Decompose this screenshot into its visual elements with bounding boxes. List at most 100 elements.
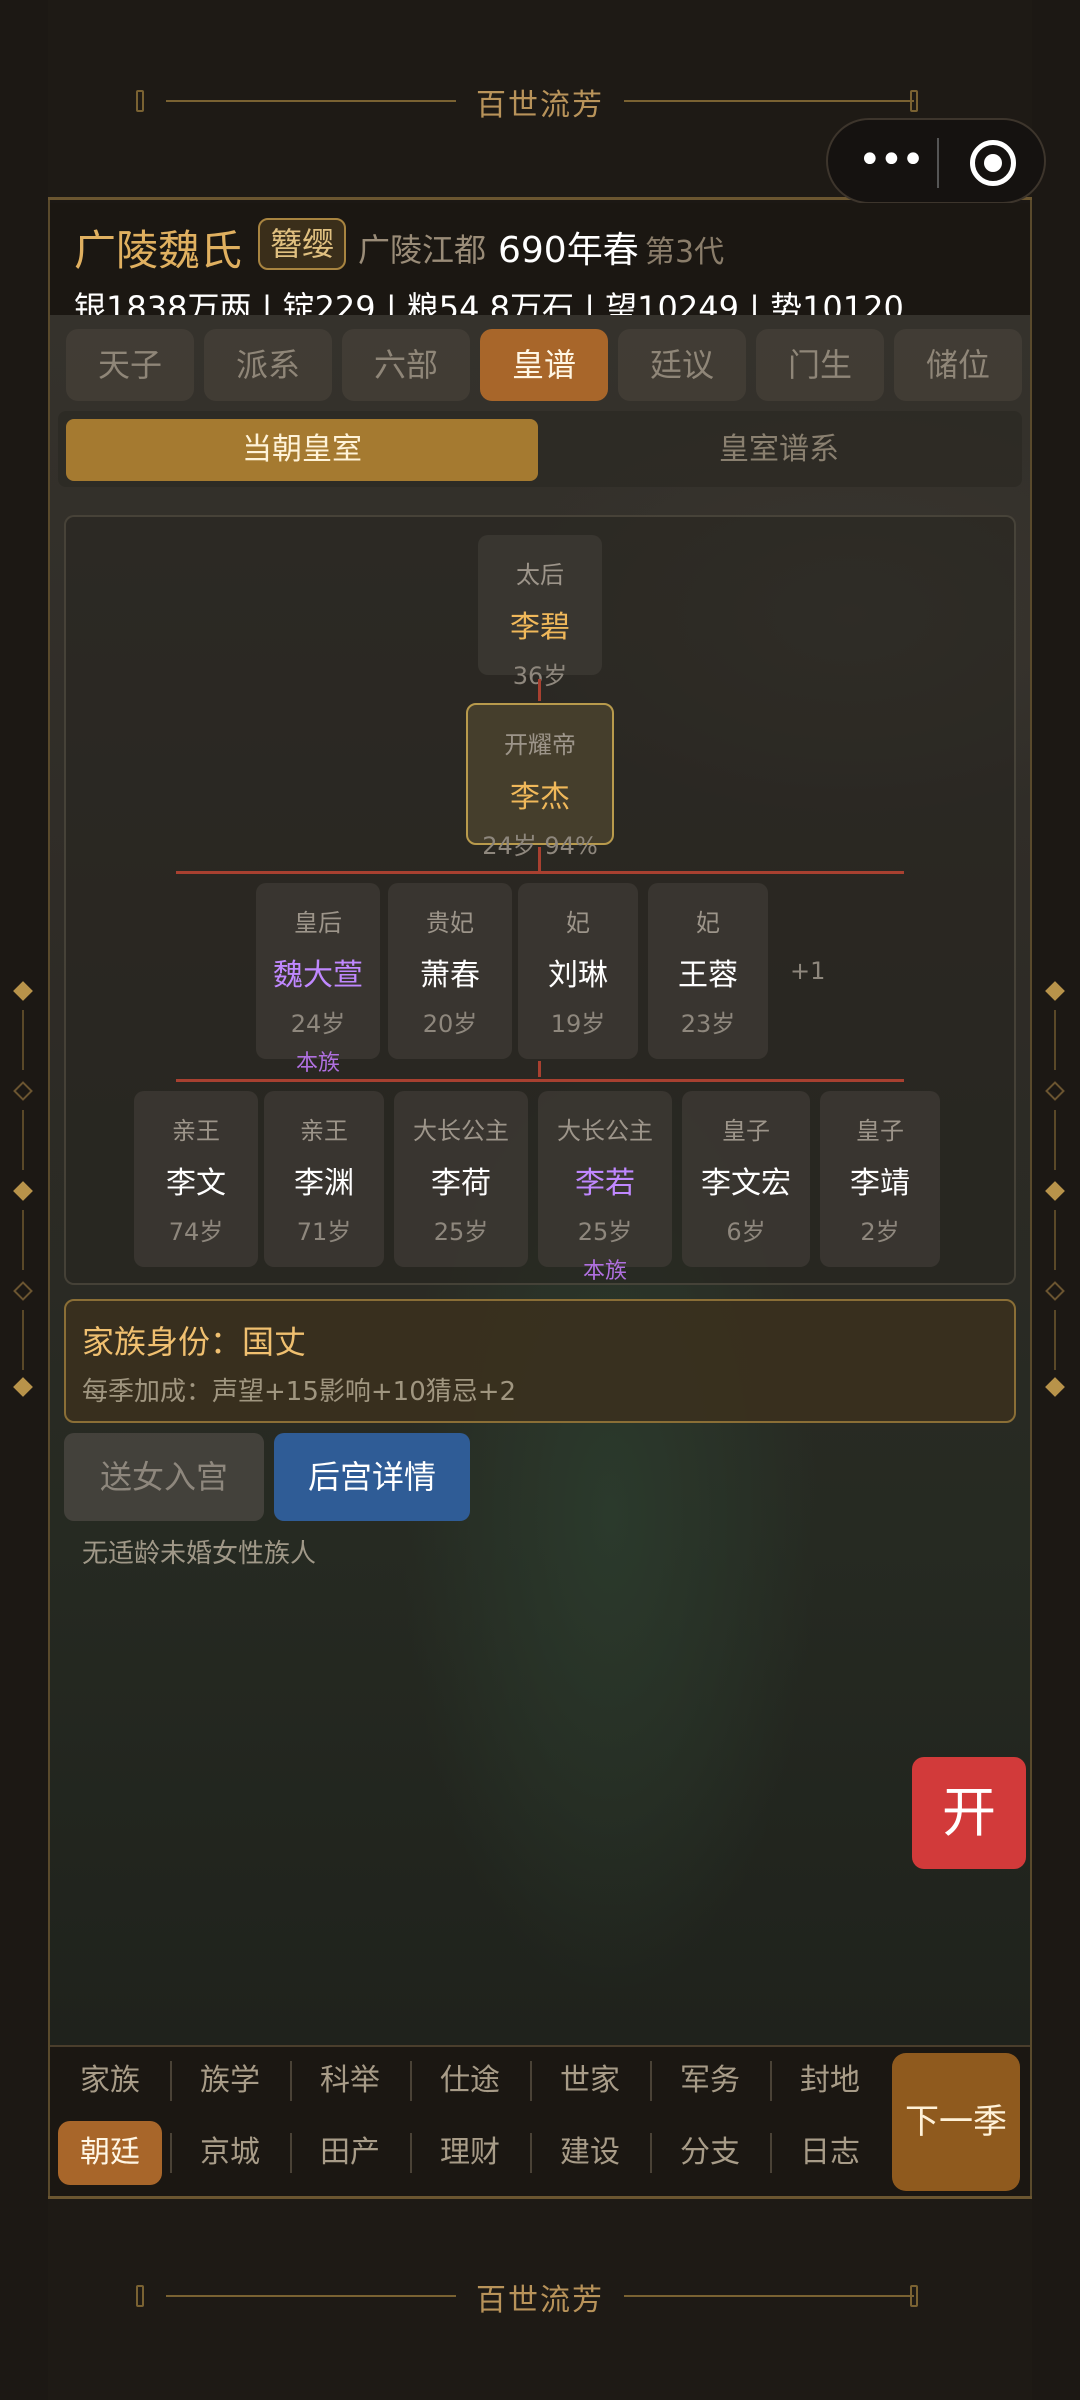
identity-label: 家族身份：国丈 (82, 1323, 307, 1361)
nav-fief[interactable]: 封地 (778, 2049, 882, 2113)
ornament-diamond (1045, 1081, 1065, 1101)
card-title: 妃 (566, 909, 590, 937)
ornament-line (1054, 1310, 1056, 1370)
card-name: 王蓉 (678, 958, 738, 993)
seasonal-bonus: 每季加成：声望+15影响+10猜忌+2 (82, 1377, 517, 1407)
nav-capital[interactable]: 京城 (178, 2121, 282, 2185)
nav-divider (530, 2133, 532, 2173)
tab-six-ministries[interactable]: 六部 (342, 329, 470, 401)
consort-line (176, 871, 904, 874)
consort-card[interactable]: 贵妃 萧春 20岁 (388, 883, 512, 1059)
card-name: 李文 (166, 1166, 226, 1201)
emperor-card[interactable]: 开耀帝 李杰 24岁 94% (466, 703, 614, 860)
nav-clan-school[interactable]: 族学 (178, 2049, 282, 2113)
send-daughter-button[interactable]: 送女入宫 (64, 1433, 264, 1521)
card-age: 23岁 (680, 1010, 736, 1038)
nav-divider (770, 2061, 772, 2101)
nav-divider (290, 2061, 292, 2101)
nav-divider (650, 2061, 652, 2101)
close-target-icon[interactable] (970, 140, 1016, 186)
tab-tianzi[interactable]: 天子 (66, 329, 194, 401)
nav-military[interactable]: 军务 (658, 2049, 762, 2113)
ornament-diamond (13, 1281, 33, 1301)
nav-divider (290, 2133, 292, 2173)
banner-line-right (624, 2295, 914, 2297)
card-age: 74岁 (168, 1218, 224, 1246)
court-tabs: 天子 派系 六部 皇谱 廷议 门生 储位 (66, 329, 1022, 401)
more-icon[interactable]: ••• (858, 140, 925, 180)
child-card[interactable]: 皇子 李靖 2岁 (820, 1091, 940, 1267)
nav-exam[interactable]: 科举 (298, 2049, 402, 2113)
card-title: 皇子 (856, 1117, 904, 1145)
nav-noble-families[interactable]: 世家 (538, 2049, 642, 2113)
nav-career[interactable]: 仕途 (418, 2049, 522, 2113)
card-name: 刘琳 (548, 958, 608, 993)
nav-finance[interactable]: 理财 (418, 2121, 522, 2185)
clan-tag: 本族 (295, 1051, 340, 1076)
tree-connector (538, 847, 541, 871)
child-card[interactable]: 亲王 李渊 71岁 (264, 1091, 384, 1267)
banner-ornament (910, 2285, 918, 2307)
card-name: 李杰 (510, 780, 570, 815)
nav-family[interactable]: 家族 (58, 2049, 162, 2113)
bottom-banner: 百世流芳 (48, 2196, 1032, 2400)
card-title: 开耀帝 (504, 731, 576, 759)
card-title: 太后 (516, 561, 564, 589)
genealogy-subtabs: 当朝皇室 皇室谱系 (58, 411, 1022, 487)
child-card[interactable]: 大长公主 李荷 25岁 (394, 1091, 528, 1267)
banner-line-right (624, 100, 914, 102)
nav-branches[interactable]: 分支 (658, 2121, 762, 2185)
ornament-diamond (13, 981, 33, 1001)
tab-succession[interactable]: 储位 (894, 329, 1022, 401)
nav-divider (530, 2061, 532, 2101)
nav-construction[interactable]: 建设 (538, 2121, 642, 2185)
ornament-diamond (1045, 981, 1065, 1001)
left-side-ornament (8, 980, 38, 1420)
main-scene: 天子 派系 六部 皇谱 廷议 门生 储位 当朝皇室 皇室谱系 太后 李碧 36岁… (50, 315, 1030, 2045)
tab-imperial-genealogy[interactable]: 皇谱 (480, 329, 608, 401)
game-date: 690年春 (498, 230, 639, 271)
card-name: 李若 (575, 1166, 635, 1201)
consort-card[interactable]: 妃 刘琳 19岁 (518, 883, 638, 1059)
ornament-diamond (1045, 1181, 1065, 1201)
children-line (176, 1079, 904, 1082)
child-card[interactable]: 皇子 李文宏 6岁 (682, 1091, 810, 1267)
harem-details-button[interactable]: 后宫详情 (274, 1433, 470, 1521)
more-consorts[interactable]: +1 (790, 957, 825, 985)
miniprogram-capsule[interactable]: ••• (826, 118, 1046, 204)
nav-divider (650, 2133, 652, 2173)
card-age: 19岁 (550, 1010, 606, 1038)
consort-card[interactable]: 妃 王蓉 23岁 (648, 883, 768, 1059)
next-season-button[interactable]: 下一季 (892, 2053, 1020, 2191)
tab-faction[interactable]: 派系 (204, 329, 332, 401)
family-identity-panel: 家族身份：国丈 每季加成：声望+15影响+10猜忌+2 (64, 1299, 1016, 1423)
ornament-diamond (13, 1377, 33, 1397)
card-title: 大长公主 (413, 1117, 509, 1145)
generation: 第3代 (645, 235, 725, 270)
card-age: 25岁 (433, 1218, 489, 1246)
card-age: 6岁 (726, 1218, 766, 1246)
nav-estates[interactable]: 田产 (298, 2121, 402, 2185)
dowager-card[interactable]: 太后 李碧 36岁 (478, 535, 602, 690)
subtab-royal-lineage[interactable]: 皇室谱系 (544, 419, 1014, 481)
card-title: 大长公主 (557, 1117, 653, 1145)
nav-court[interactable]: 朝廷 (58, 2121, 162, 2185)
child-card[interactable]: 亲王 李文 74岁 (134, 1091, 258, 1267)
card-name: 萧春 (420, 958, 480, 993)
card-title: 亲王 (172, 1117, 220, 1145)
consort-card[interactable]: 皇后 魏大萱 24岁 本族 (256, 883, 380, 1076)
open-button[interactable]: 开 (912, 1757, 1026, 1869)
ornament-line (1054, 1210, 1056, 1270)
card-name: 魏大萱 (273, 958, 363, 993)
tab-disciples[interactable]: 门生 (756, 329, 884, 401)
bottom-nav: 家族 族学 科举 仕途 世家 军务 封地 朝廷 京城 田产 理财 建设 分支 日… (50, 2045, 1030, 2196)
nav-log[interactable]: 日志 (778, 2121, 882, 2185)
card-name: 李碧 (510, 610, 570, 645)
card-name: 李靖 (850, 1166, 910, 1201)
clan-tag: 本族 (582, 1259, 627, 1284)
subtab-current-royals[interactable]: 当朝皇室 (66, 419, 538, 481)
family-header: 广陵魏氏 簪缨 广陵江都 690年春 第3代 银1838万两 | 锭229 | … (50, 203, 1030, 327)
card-age: 25岁 (577, 1218, 633, 1246)
child-card[interactable]: 大长公主 李若 25岁 本族 (538, 1091, 672, 1284)
tab-court-debate[interactable]: 廷议 (618, 329, 746, 401)
